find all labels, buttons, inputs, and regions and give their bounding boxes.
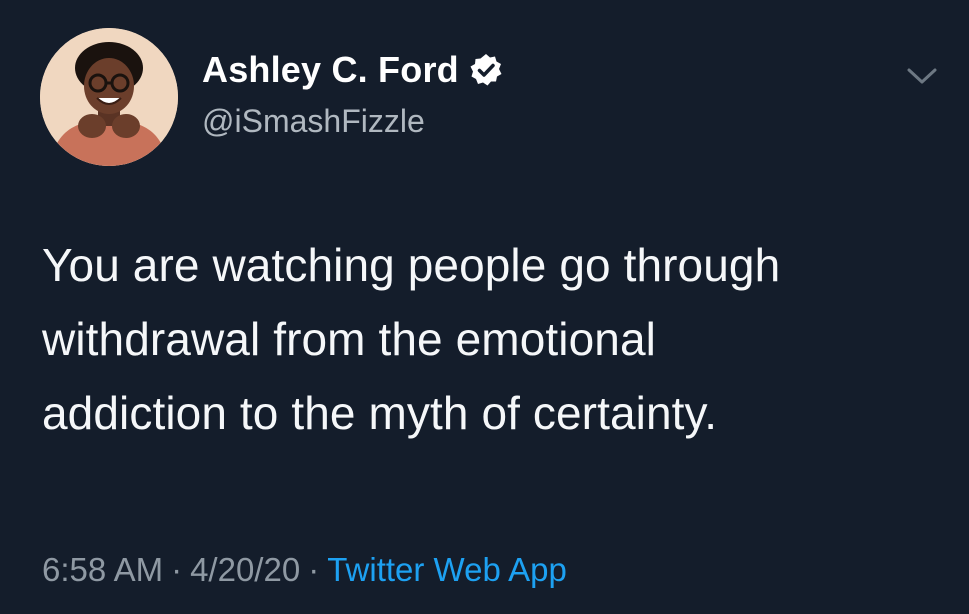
chevron-down-icon[interactable] bbox=[900, 58, 944, 94]
separator: · bbox=[308, 551, 320, 588]
tweet-text-line: addiction to the myth of certainty. bbox=[42, 387, 718, 439]
tweet-text: You are watching people go through withd… bbox=[42, 228, 942, 450]
tweet-text-line: You are watching people go through bbox=[42, 239, 781, 291]
profile-photo-icon bbox=[40, 28, 178, 166]
separator: · bbox=[171, 551, 183, 588]
tweet-time[interactable]: 6:58 AM bbox=[42, 551, 163, 588]
tweet-date[interactable]: 4/20/20 bbox=[190, 551, 300, 588]
tweet-text-line: withdrawal from the emotional bbox=[42, 313, 656, 365]
author-handle[interactable]: @iSmashFizzle bbox=[202, 101, 425, 141]
tweet-metadata: 6:58 AM · 4/20/20 · Twitter Web App bbox=[42, 549, 567, 591]
tweet-card: Ashley C. Ford @iSmashFizzle You are wat… bbox=[0, 0, 969, 614]
author-name-row[interactable]: Ashley C. Ford bbox=[202, 48, 503, 92]
avatar[interactable] bbox=[40, 28, 178, 166]
tweet-source-link[interactable]: Twitter Web App bbox=[327, 551, 567, 588]
author-display-name[interactable]: Ashley C. Ford bbox=[202, 48, 459, 92]
verified-badge-icon bbox=[469, 53, 503, 87]
